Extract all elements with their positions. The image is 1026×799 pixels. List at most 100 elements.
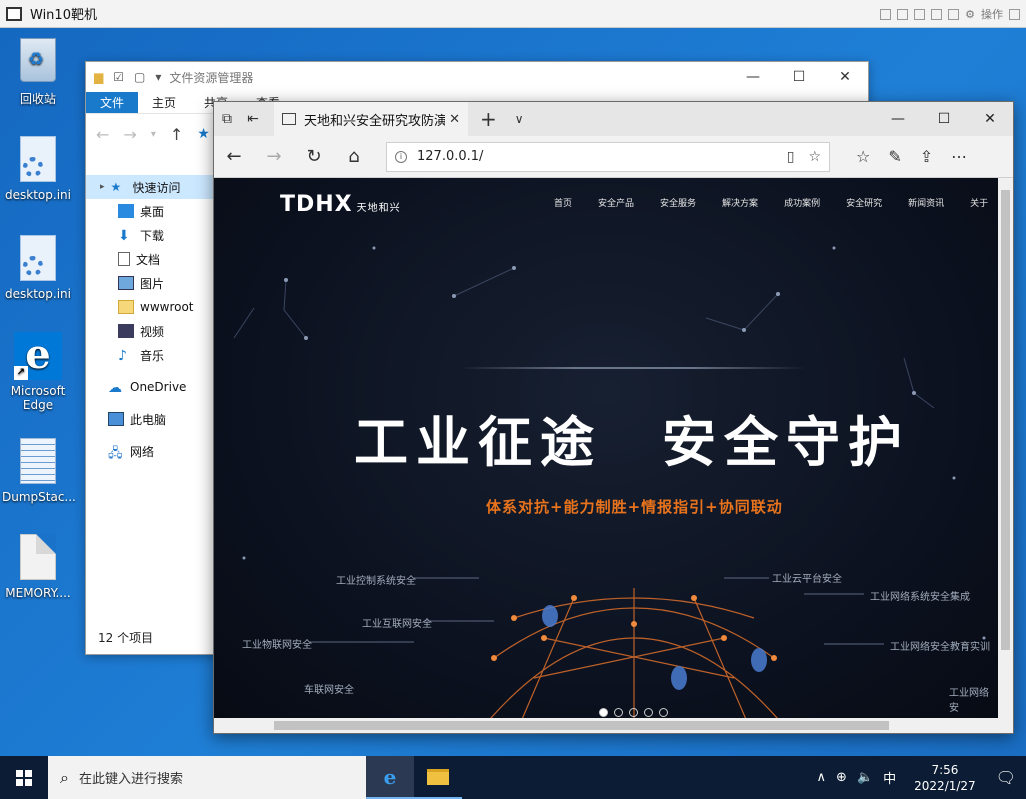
properties-icon[interactable]: ☑ — [113, 70, 124, 84]
volume-muted-icon[interactable]: 🔈 — [857, 770, 873, 785]
taskbar-edge-button[interactable]: e — [366, 756, 414, 799]
browser-tab-active[interactable]: 天地和兴安全研究攻防演 ✕ — [274, 102, 468, 136]
sidebar-item-music[interactable]: ♪ 音乐 — [86, 343, 214, 367]
video-icon — [118, 324, 134, 338]
vertical-scrollbar[interactable] — [998, 178, 1013, 718]
tabs-aside-icon[interactable]: ⧉ — [214, 111, 240, 127]
carousel-dot[interactable] — [629, 708, 638, 717]
sidebar-item-downloads[interactable]: ⬇ 下载 — [86, 223, 214, 247]
pen-notes-icon[interactable]: ✎ — [888, 147, 901, 166]
tab-home[interactable]: 主页 — [138, 92, 190, 113]
sidebar-item-quick-access[interactable]: ▸ ★ 快速访问 — [86, 175, 214, 199]
chevron-up-icon[interactable]: ∧ — [817, 770, 827, 785]
close-tab-icon[interactable]: ✕ — [449, 112, 460, 127]
site-nav-item[interactable]: 新闻资讯 — [908, 196, 944, 209]
desktop-ini-file-icon[interactable]: desktop.ini — [2, 136, 74, 202]
share-icon[interactable]: ⇪ — [920, 147, 933, 166]
sidebar-item-label: 图片 — [140, 276, 165, 291]
chevron-down-icon[interactable]: ▸ — [100, 182, 105, 192]
sidebar-item-label: 桌面 — [140, 204, 165, 219]
tab-preview-chevron-icon[interactable]: ∨ — [515, 112, 524, 126]
carousel-dot[interactable] — [659, 708, 668, 717]
text-file-icon — [20, 438, 56, 484]
network-globe-icon[interactable]: ⊕ — [836, 770, 847, 785]
vm-ctrl-icon[interactable] — [897, 8, 909, 20]
new-folder-icon[interactable]: ▢ — [134, 70, 145, 84]
minimize-button[interactable]: — — [875, 102, 921, 136]
forward-arrow-icon[interactable]: → — [123, 125, 136, 144]
carousel-dot[interactable] — [599, 708, 608, 717]
memory-file-icon[interactable]: MEMORY.... — [2, 534, 74, 600]
vm-ctrl-icon[interactable] — [1009, 8, 1020, 20]
feature-tag: 工业网络安全教育实训 — [890, 642, 990, 653]
more-menu-icon[interactable]: ⋯ — [951, 147, 967, 166]
taskbar-explorer-button[interactable] — [414, 756, 462, 799]
site-nav-item[interactable]: 成功案例 — [784, 196, 820, 209]
site-nav-item[interactable]: 安全研究 — [846, 196, 882, 209]
reading-view-icon[interactable]: ▯ — [787, 149, 795, 165]
address-input[interactable]: i 127.0.0.1/ ▯ ☆ — [386, 141, 830, 172]
sidebar-item-desktop[interactable]: 桌面 — [86, 199, 214, 223]
set-tabs-aside-icon[interactable]: ⇤ — [240, 111, 266, 127]
sidebar-item-onedrive[interactable]: ☁ OneDrive — [86, 375, 214, 399]
clock[interactable]: 7:56 2022/1/27 — [914, 762, 976, 794]
vm-ctrl-icon[interactable] — [931, 8, 943, 20]
refresh-button[interactable]: ↻ — [294, 146, 334, 167]
favorite-star-icon[interactable]: ☆ — [808, 149, 821, 165]
site-nav-item[interactable]: 关于 — [970, 196, 988, 209]
horizontal-scrollbar[interactable] — [214, 718, 1013, 733]
status-bar-item-count: 12 个项目 — [98, 631, 154, 645]
vm-title: Win10靶机 — [30, 8, 97, 23]
dumpstack-file-icon[interactable]: DumpStac... — [2, 438, 76, 504]
vm-ctrl-icon[interactable] — [880, 8, 892, 20]
desktop-ini-file-icon[interactable]: desktop.ini — [2, 235, 74, 301]
sidebar-item-pictures[interactable]: 图片 — [86, 271, 214, 295]
recycle-bin-icon[interactable]: 回收站 — [2, 38, 74, 107]
feature-tag: 工业网络安 — [949, 688, 989, 714]
up-arrow-icon[interactable]: ↑ — [170, 125, 183, 144]
back-button[interactable]: ← — [214, 146, 254, 167]
site-nav-item[interactable]: 安全服务 — [660, 196, 696, 209]
minimize-button[interactable]: — — [730, 62, 776, 92]
vm-ctrl-icon[interactable] — [914, 8, 926, 20]
maximize-button[interactable]: ☐ — [921, 102, 967, 136]
sidebar-item-documents[interactable]: 文档 — [86, 247, 214, 271]
scroll-thumb[interactable] — [274, 721, 889, 730]
gear-icon[interactable]: ⚙ — [965, 8, 975, 21]
vm-ctrl-icon[interactable] — [948, 8, 960, 20]
sidebar-item-this-pc[interactable]: 此电脑 — [86, 407, 214, 431]
sidebar-item-videos[interactable]: 视频 — [86, 319, 214, 343]
carousel-dot[interactable] — [644, 708, 653, 717]
site-nav-item[interactable]: 安全产品 — [598, 196, 634, 209]
site-logo[interactable]: TDHX 天地和兴 — [280, 192, 401, 217]
site-nav: 首页 安全产品 安全服务 解决方案 成功案例 安全研究 新闻资讯 关于 — [554, 196, 988, 209]
home-button[interactable]: ⌂ — [334, 146, 374, 167]
recent-chevron-icon[interactable]: ▾ — [151, 129, 156, 140]
desktop-folder-icon — [118, 204, 134, 218]
new-tab-button[interactable]: + — [480, 107, 497, 131]
close-button[interactable]: ✕ — [967, 102, 1013, 136]
sidebar-item-wwwroot[interactable]: wwwroot — [86, 295, 214, 319]
forward-button[interactable]: → — [254, 146, 294, 167]
ime-indicator[interactable]: 中 — [883, 768, 896, 787]
start-button[interactable] — [0, 756, 48, 799]
taskbar-search-box[interactable]: ⌕ 在此键入进行搜索 — [48, 756, 366, 799]
site-nav-item[interactable]: 首页 — [554, 196, 572, 209]
scroll-thumb[interactable] — [1001, 190, 1010, 650]
close-button[interactable]: ✕ — [822, 62, 868, 92]
blank-file-icon — [20, 534, 56, 580]
edge-shortcut-icon[interactable]: e ↗ Microsoft Edge — [2, 332, 74, 413]
favorites-hub-icon[interactable]: ☆ — [856, 147, 870, 166]
vm-action-menu[interactable]: 操作 — [981, 6, 1003, 22]
chevron-down-icon[interactable]: ▾ — [155, 70, 161, 84]
sidebar-item-network[interactable]: 🖧 网络 — [86, 439, 214, 463]
tab-file[interactable]: 文件 — [86, 92, 139, 113]
notification-center-icon[interactable]: 🗨 — [996, 768, 1016, 787]
site-info-icon[interactable]: i — [395, 150, 407, 163]
carousel-dot[interactable] — [614, 708, 623, 717]
maximize-button[interactable]: ☐ — [776, 62, 822, 92]
site-nav-item[interactable]: 解决方案 — [722, 196, 758, 209]
back-arrow-icon[interactable]: ← — [96, 125, 109, 144]
edge-logo-icon: e — [383, 764, 397, 789]
feature-tag: 工业网络系统安全集成 — [870, 592, 970, 603]
